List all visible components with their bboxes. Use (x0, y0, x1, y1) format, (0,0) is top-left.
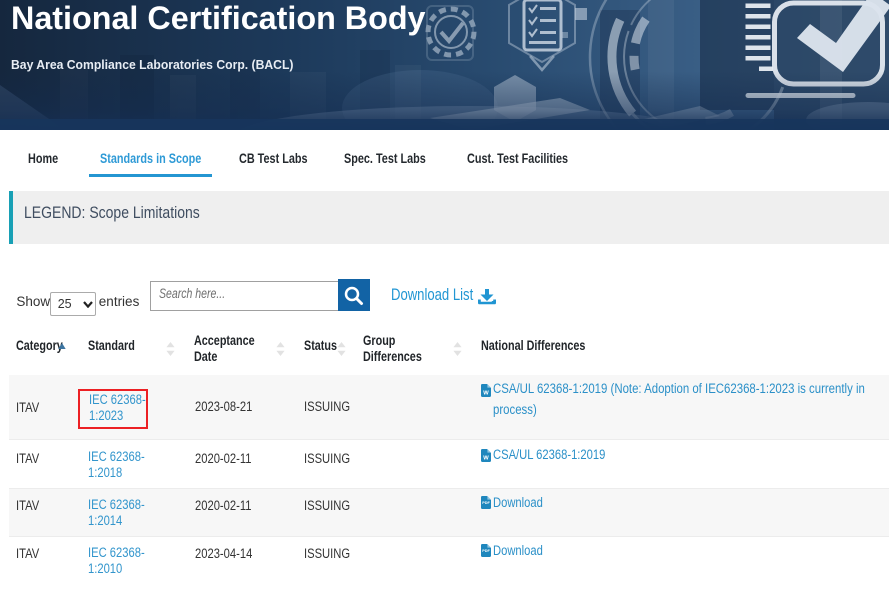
svg-text:w: w (482, 389, 489, 396)
svg-text:PDF: PDF (482, 502, 490, 506)
svg-text:PDF: PDF (482, 550, 490, 554)
svg-text:w: w (482, 454, 489, 461)
